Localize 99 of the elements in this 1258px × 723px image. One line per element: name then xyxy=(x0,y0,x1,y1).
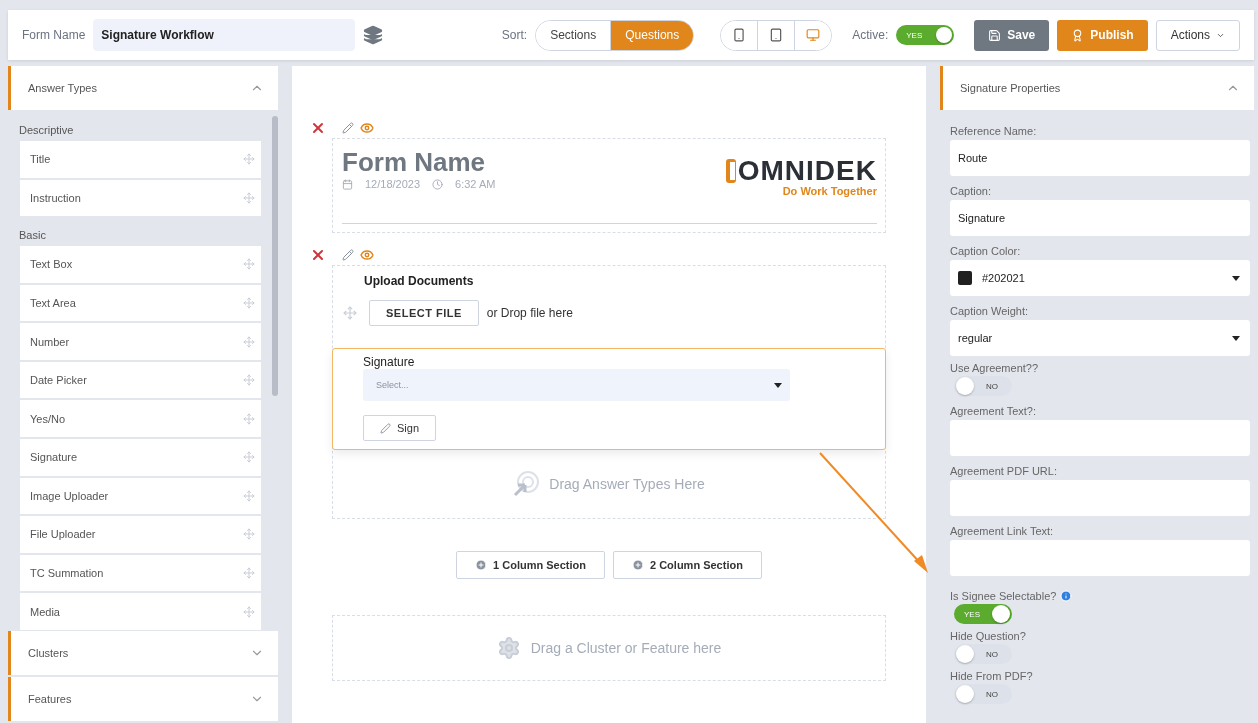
color-select[interactable]: #202021 xyxy=(950,260,1250,296)
logo-mark-icon xyxy=(725,158,736,184)
caret-icon xyxy=(1232,275,1240,281)
panel-header[interactable]: Clusters xyxy=(8,631,278,675)
drag-handle-icon[interactable] xyxy=(243,489,255,502)
caret-icon xyxy=(774,382,782,388)
answer-type-item[interactable]: File Uploader xyxy=(19,515,262,554)
drag-handle-icon[interactable] xyxy=(243,412,255,425)
tablet-icon xyxy=(769,28,784,42)
toggle-switch[interactable]: NO xyxy=(954,376,1012,396)
property-label: Agreement Link Text: xyxy=(950,524,1055,539)
panel-header[interactable]: Features xyxy=(8,677,278,721)
gears-icon xyxy=(496,636,521,660)
answer-type-item[interactable]: Title xyxy=(19,140,262,179)
answer-type-item[interactable]: Signature xyxy=(19,438,262,477)
panel-title: Clusters xyxy=(28,647,69,659)
drop-text: or Drop file here xyxy=(486,306,573,320)
drag-handle-icon[interactable] xyxy=(243,528,255,541)
panel-header[interactable]: Answer Types xyxy=(8,66,278,110)
drag-handle-icon[interactable] xyxy=(243,297,255,309)
group-title: Descriptive xyxy=(19,123,75,138)
answer-type-item[interactable]: TC Summation xyxy=(19,553,262,593)
property-label: Use Agreement?? xyxy=(950,361,1040,376)
answer-type-item[interactable]: Text Area xyxy=(19,283,262,323)
toggle-switch[interactable]: NO xyxy=(954,644,1012,664)
drag-handle-icon[interactable] xyxy=(243,191,255,204)
signature-label: Signature xyxy=(363,355,416,369)
property-label: Agreement Text?: xyxy=(950,404,1037,419)
scrollbar[interactable] xyxy=(272,116,278,396)
select-field[interactable]: regular xyxy=(950,320,1250,356)
drop-hint: Drag Answer Types Here xyxy=(549,476,705,492)
property-label: Caption: xyxy=(950,184,992,199)
layers-icon[interactable] xyxy=(363,25,384,45)
answer-type-item[interactable]: Media xyxy=(19,592,262,631)
panel-title: Signature Properties xyxy=(960,82,1061,94)
form-date: 12/18/2023 xyxy=(365,178,421,190)
text-field[interactable] xyxy=(950,480,1250,516)
answer-type-item[interactable]: Text Box xyxy=(19,245,262,284)
form-name-field[interactable]: Signature Workflow xyxy=(93,19,356,51)
drag-handle-icon[interactable] xyxy=(343,306,357,320)
form-time: 6:32 AM xyxy=(455,178,496,190)
answer-type-item[interactable]: Yes/No xyxy=(19,399,262,439)
logo-tagline: Do Work Together xyxy=(782,185,877,197)
text-field[interactable]: Signature xyxy=(950,200,1250,236)
plus-circle-icon xyxy=(475,559,488,571)
group-title: Basic xyxy=(19,228,47,244)
panel-title: Answer Types xyxy=(28,82,97,94)
calendar-icon xyxy=(342,178,353,190)
cluster-drop-hint: Drag a Cluster or Feature here xyxy=(530,640,722,656)
property-label: Agreement PDF URL: xyxy=(950,464,1058,479)
property-label: Caption Weight: xyxy=(950,304,1030,319)
drag-handle-icon[interactable] xyxy=(243,153,255,166)
property-label: Hide Question? xyxy=(950,629,1027,644)
add-section-button[interactable]: 2 Column Section xyxy=(613,551,762,579)
visibility-icon[interactable] xyxy=(360,121,374,135)
drag-handle-icon[interactable] xyxy=(243,451,255,464)
panel-title: Features xyxy=(28,693,72,705)
form-name-label: Form Name xyxy=(22,28,86,42)
property-label: Caption Color: xyxy=(950,244,1022,259)
answer-type-item[interactable]: Image Uploader xyxy=(19,476,262,516)
text-field[interactable]: Route xyxy=(950,140,1250,176)
drag-handle-icon[interactable] xyxy=(243,258,255,271)
sign-button[interactable]: Sign xyxy=(363,415,437,441)
property-label: Is Signee Selectable? xyxy=(950,576,1250,604)
target-cursor-icon xyxy=(513,471,540,497)
answer-type-item[interactable]: Number xyxy=(19,322,262,361)
pen-icon xyxy=(380,422,391,434)
property-label: Hide From PDF? xyxy=(950,669,1034,684)
answer-type-item[interactable]: Instruction xyxy=(19,178,262,218)
form-title: Form Name xyxy=(342,147,487,178)
desktop-icon xyxy=(806,28,821,42)
save-button[interactable]: Save xyxy=(974,19,1050,51)
edit-icon[interactable] xyxy=(342,249,354,261)
answer-type-item[interactable]: Date Picker xyxy=(19,360,262,400)
delete-icon[interactable] xyxy=(310,120,326,136)
caret-icon xyxy=(1232,335,1240,341)
visibility-icon[interactable] xyxy=(360,248,374,262)
edit-icon[interactable] xyxy=(342,122,354,134)
text-field[interactable] xyxy=(950,420,1250,456)
delete-icon[interactable] xyxy=(310,247,326,263)
signature-question-card[interactable]: Signature Select... Sign xyxy=(332,348,886,450)
sort-label: Sort: xyxy=(501,28,528,42)
select-file-button[interactable]: SELECT FILE xyxy=(369,300,479,326)
clock-icon xyxy=(432,178,444,190)
drag-handle-icon[interactable] xyxy=(243,374,255,387)
property-label: Reference Name: xyxy=(950,124,1038,139)
add-section-button[interactable]: 1 Column Section xyxy=(456,551,605,579)
toggle-switch[interactable]: NO xyxy=(954,684,1012,704)
plus-circle-icon xyxy=(632,559,644,571)
upload-label: Upload Documents xyxy=(363,274,475,288)
text-field[interactable] xyxy=(950,540,1250,576)
logo-name: OMNIDEK xyxy=(737,157,877,185)
panel-header[interactable]: Signature Properties xyxy=(940,66,1254,110)
actions-button[interactable]: Actions xyxy=(1155,19,1240,51)
drag-handle-icon[interactable] xyxy=(243,567,255,580)
active-label: Active: xyxy=(852,28,889,42)
drag-handle-icon[interactable] xyxy=(243,605,255,618)
drag-handle-icon[interactable] xyxy=(243,335,255,348)
phone-icon xyxy=(732,28,747,42)
